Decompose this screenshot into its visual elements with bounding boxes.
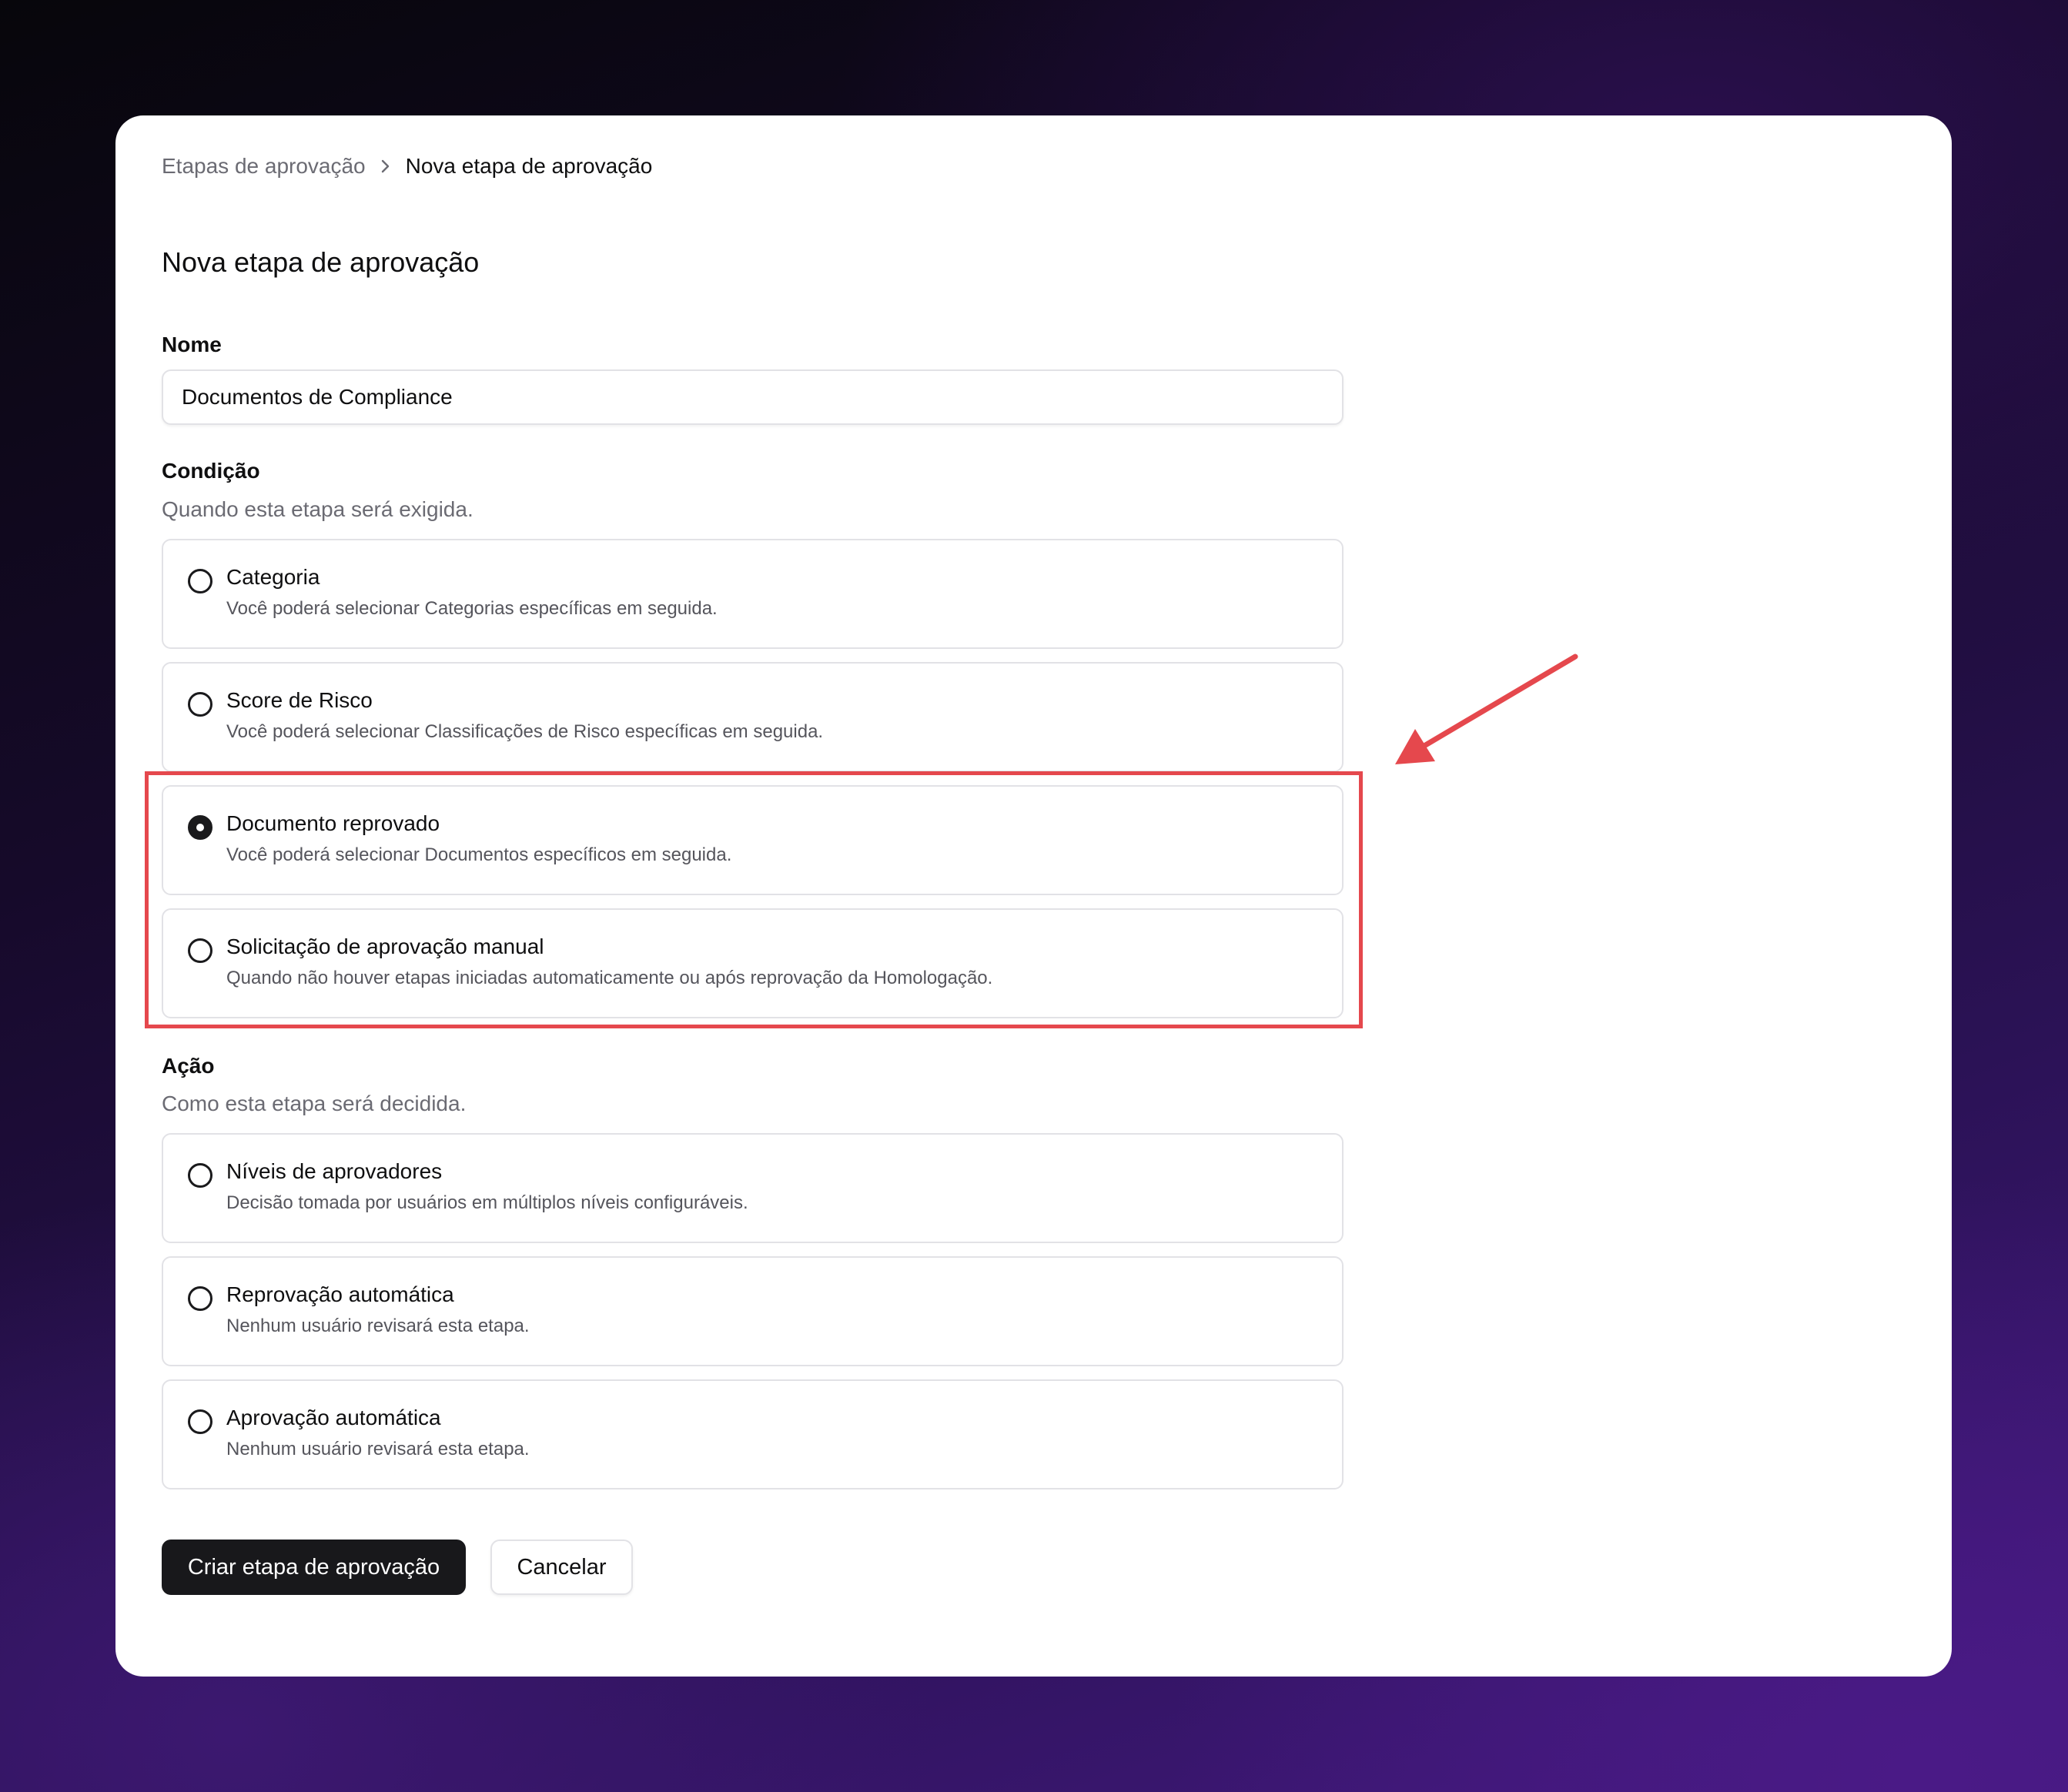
radio-button[interactable]	[188, 1286, 212, 1311]
breadcrumb-current: Nova etapa de aprovação	[405, 154, 653, 178]
option-title: Documento reprovado	[226, 811, 440, 835]
breadcrumb: Etapas de aprovação Nova etapa de aprova…	[162, 149, 652, 183]
option-title: Score de Risco	[226, 688, 373, 712]
chevron-right-icon	[366, 149, 406, 183]
condition-option-score-de-risco[interactable]: Score de Risco Você poderá selecionar Cl…	[162, 662, 1344, 772]
name-label: Nome	[162, 333, 222, 356]
radio-button[interactable]	[188, 1409, 212, 1434]
action-option-reprovacao-automatica[interactable]: Reprovação automática Nenhum usuário rev…	[162, 1256, 1344, 1366]
option-description: Nenhum usuário revisará esta etapa.	[226, 1316, 530, 1336]
option-description: Você poderá selecionar Documentos especí…	[226, 844, 732, 865]
option-title: Reprovação automática	[226, 1282, 454, 1306]
action-description: Como esta etapa será decidida.	[162, 1092, 467, 1115]
option-description: Nenhum usuário revisará esta etapa.	[226, 1439, 530, 1459]
radio-button-selected[interactable]	[188, 815, 212, 840]
radio-button[interactable]	[188, 569, 212, 593]
option-title: Aprovação automática	[226, 1406, 441, 1429]
radio-button[interactable]	[188, 938, 212, 963]
page-title: Nova etapa de aprovação	[162, 246, 480, 278]
option-title: Níveis de aprovadores	[226, 1159, 443, 1183]
name-input[interactable]	[162, 369, 1344, 425]
condition-option-categoria[interactable]: Categoria Você poderá selecionar Categor…	[162, 539, 1344, 649]
action-label: Ação	[162, 1054, 215, 1078]
option-description: Você poderá selecionar Classificações de…	[226, 721, 824, 742]
option-description: Você poderá selecionar Categorias especí…	[226, 598, 718, 619]
cancel-button[interactable]: Cancelar	[490, 1540, 633, 1595]
create-approval-step-button[interactable]: Criar etapa de aprovação	[162, 1540, 466, 1595]
option-title: Categoria	[226, 565, 320, 589]
breadcrumb-link-etapas[interactable]: Etapas de aprovação	[162, 154, 366, 179]
condition-option-documento-reprovado[interactable]: Documento reprovado Você poderá selecion…	[162, 785, 1344, 895]
radio-button[interactable]	[188, 692, 212, 717]
option-title: Solicitação de aprovação manual	[226, 934, 544, 958]
option-description: Decisão tomada por usuários em múltiplos…	[226, 1192, 748, 1213]
condition-description: Quando esta etapa será exigida.	[162, 497, 473, 521]
form-card: Etapas de aprovação Nova etapa de aprova…	[115, 115, 1952, 1677]
radio-button[interactable]	[188, 1163, 212, 1188]
action-option-niveis-de-aprovadores[interactable]: Níveis de aprovadores Decisão tomada por…	[162, 1133, 1344, 1243]
condition-option-solicitacao-manual[interactable]: Solicitação de aprovação manual Quando n…	[162, 908, 1344, 1018]
condition-label: Condição	[162, 459, 260, 483]
action-option-aprovacao-automatica[interactable]: Aprovação automática Nenhum usuário revi…	[162, 1379, 1344, 1489]
option-description: Quando não houver etapas iniciadas autom…	[226, 968, 993, 988]
